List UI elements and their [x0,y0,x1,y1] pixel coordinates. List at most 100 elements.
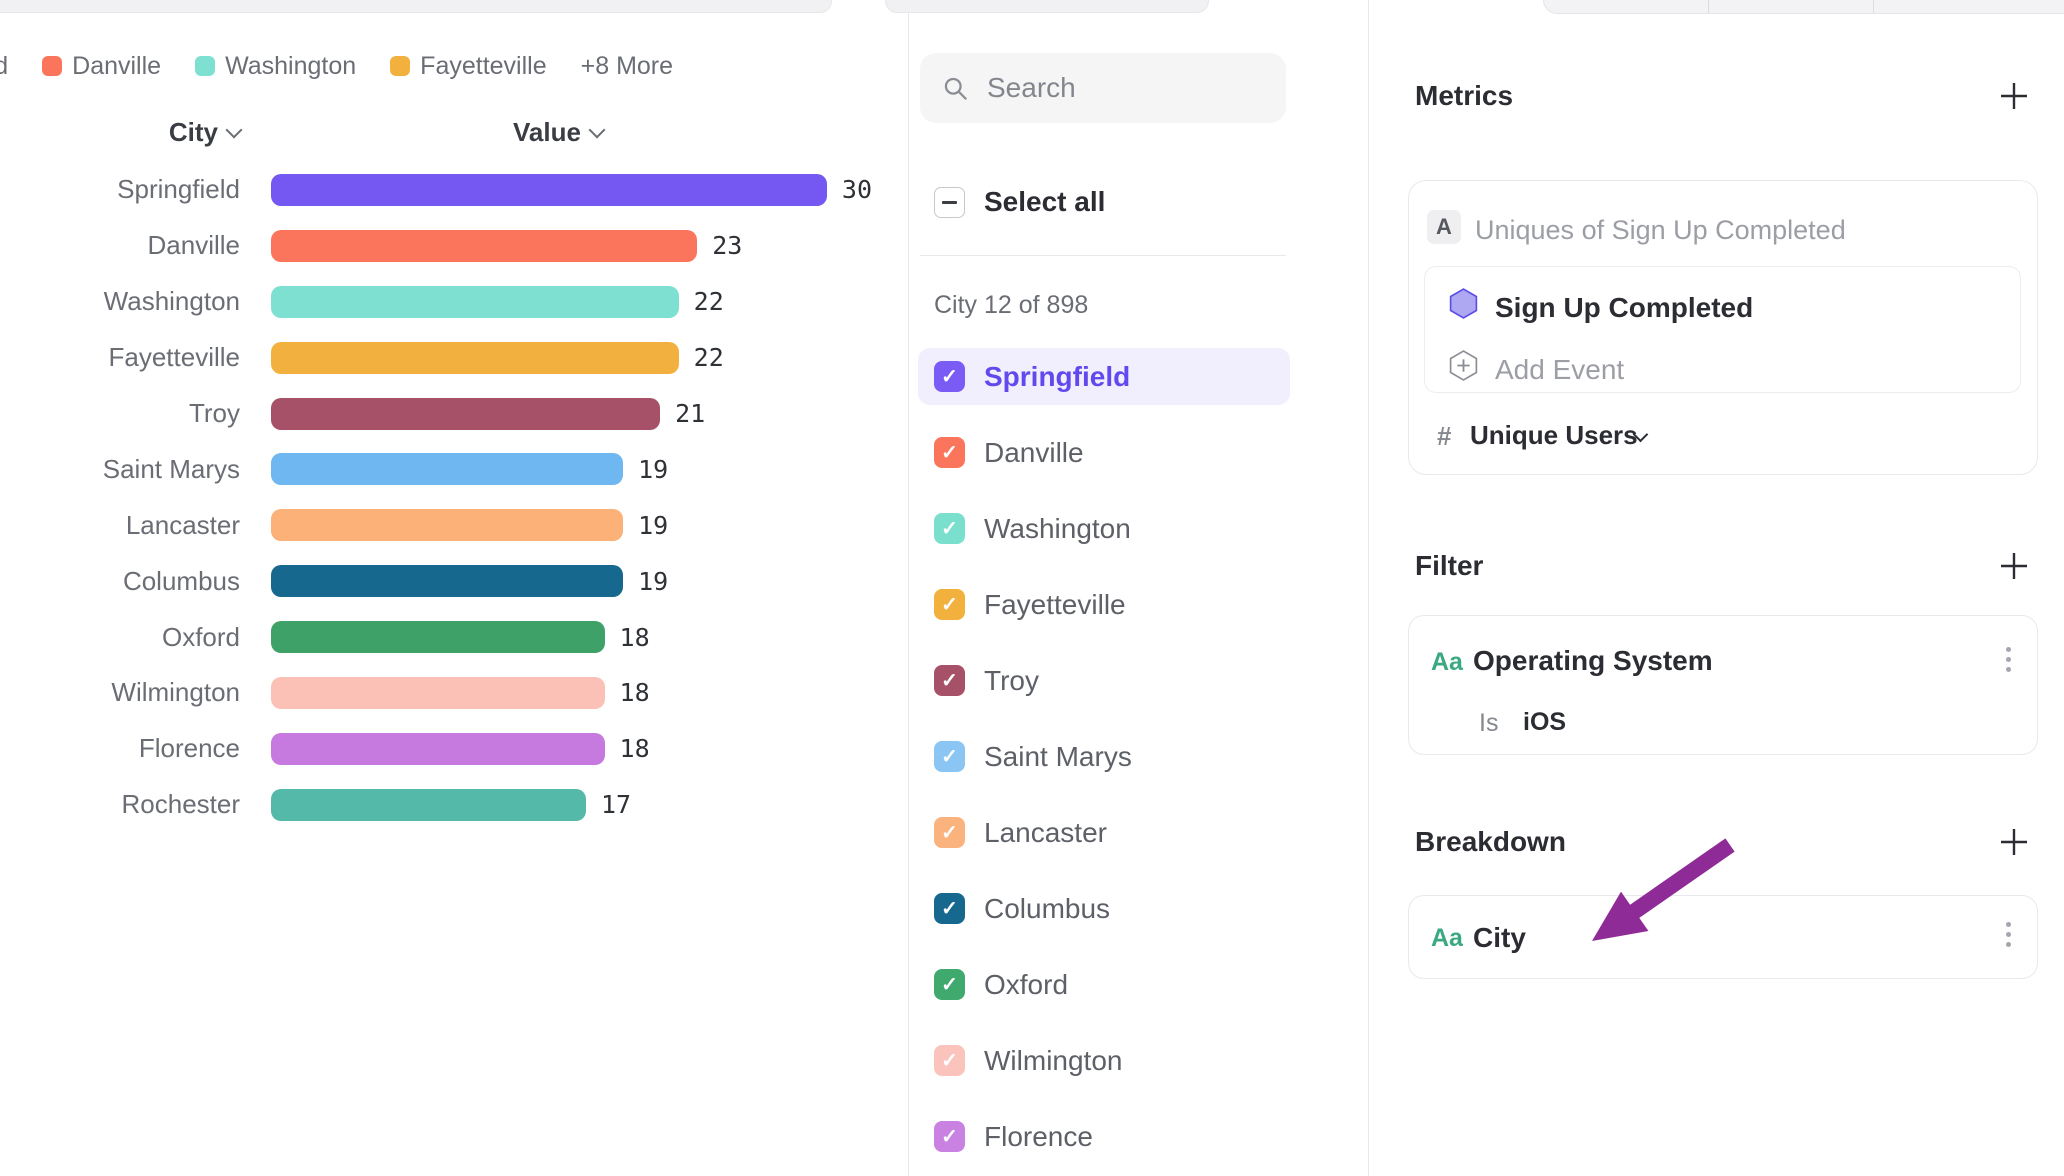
legend-label: Danville [72,52,161,81]
add-filter-button[interactable] [1996,548,2032,584]
bar[interactable] [271,230,697,262]
chart-row: Florence 18 [0,721,908,777]
metric-card[interactable]: A Uniques of Sign Up Completed Sign Up C… [1408,180,2038,475]
legend-label: Springfield [0,52,8,81]
search-icon [942,75,969,102]
breakdown-card[interactable]: Aa City [1408,895,2038,979]
segment-checkbox-checked[interactable]: ✓ [934,1121,965,1152]
bar[interactable] [271,733,605,765]
segment-divider [1873,0,1874,13]
bar[interactable] [271,621,605,653]
segment-list-item[interactable]: ✓ Fayetteville [918,576,1290,633]
segment-checkbox-checked[interactable]: ✓ [934,969,965,1000]
check-icon: ✓ [941,595,958,615]
segment-checkbox-checked[interactable]: ✓ [934,513,965,544]
bar-value-label: 30 [842,175,872,204]
chart-row: Danville 23 [0,218,908,274]
event-box: Sign Up Completed Add Event [1424,266,2021,393]
sort-chevron-down-icon [588,121,605,138]
picker-inspector-divider [1368,0,1369,1176]
check-icon: ✓ [941,975,958,995]
segment-label: Troy [984,665,1039,697]
legend-more-label[interactable]: +8 More [581,52,673,81]
bar[interactable] [271,789,586,821]
segment-checkbox-checked[interactable]: ✓ [934,1045,965,1076]
string-type-icon: Aa [1431,648,1463,677]
segment-label: Danville [984,437,1084,469]
segment-list-item[interactable]: ✓ Troy [918,652,1290,709]
segment-label: Lancaster [984,817,1107,849]
bar-category-label: Fayetteville [0,342,240,373]
search-box[interactable] [920,53,1286,123]
metric-letter-badge: A [1427,210,1461,244]
select-all-label: Select all [984,186,1105,218]
bar[interactable] [271,453,623,485]
bar[interactable] [271,677,605,709]
filter-card[interactable]: Aa Operating System Is iOS [1408,615,2038,755]
bar[interactable] [271,342,679,374]
legend-item[interactable]: Washington [195,52,356,81]
aggregation-selector[interactable]: Unique Users [1470,420,1638,451]
chart-legend: Springfield Danville Washington Fayettev… [0,48,908,84]
legend-item[interactable]: Springfield [0,52,8,81]
chart-row: Oxford 18 [0,609,908,665]
segment-list-item[interactable]: ✓ Florence [918,1108,1290,1165]
filter-value[interactable]: iOS [1523,708,1566,737]
segment-list-item[interactable]: ✓ Danville [918,424,1290,481]
chart-picker-divider [908,0,909,1176]
check-icon: ✓ [941,899,958,919]
segment-list-item[interactable]: ✓ Wilmington [918,1032,1290,1089]
filter-property[interactable]: Operating System [1473,645,1713,677]
segment-checkbox-checked[interactable]: ✓ [934,741,965,772]
add-metric-button[interactable] [1996,78,2032,114]
segment-list-item[interactable]: ✓ Springfield [918,348,1290,405]
segment-checkbox-checked[interactable]: ✓ [934,589,965,620]
bar[interactable] [271,565,623,597]
kebab-menu-icon[interactable] [2002,918,2015,951]
search-input[interactable] [985,71,1269,105]
segment-divider [1708,0,1709,13]
bar[interactable] [271,286,679,318]
add-breakdown-button[interactable] [1996,824,2032,860]
segment-checkbox-checked[interactable]: ✓ [934,361,965,392]
bar-value-label: 18 [620,678,650,707]
breakdown-property[interactable]: City [1473,922,1526,954]
bar[interactable] [271,509,623,541]
bar-category-label: Washington [0,286,240,317]
select-all-row[interactable]: Select all [934,186,1105,218]
chart-row: Washington 22 [0,274,908,330]
chart-type-segmented-control[interactable] [1543,0,2064,14]
segment-list-item[interactable]: ✓ Washington [918,500,1290,557]
segment-list-item[interactable]: ✓ Saint Marys [918,728,1290,785]
kebab-menu-icon[interactable] [2002,643,2015,676]
bar[interactable] [271,398,660,430]
bar[interactable] [271,174,827,206]
event-hexagon-icon [1447,287,1480,320]
metric-label: Uniques of Sign Up Completed [1475,215,1846,246]
add-event-button[interactable]: Add Event [1495,354,1624,386]
segment-checkbox-checked[interactable]: ✓ [934,437,965,468]
segment-label: Oxford [984,969,1068,1001]
select-all-checkbox-indeterminate[interactable] [934,187,965,218]
breakdown-section-title: Breakdown [1415,827,1566,857]
event-name[interactable]: Sign Up Completed [1495,292,1753,324]
legend-item[interactable]: Danville [42,52,161,81]
toolbar-button-partial-left[interactable] [0,0,832,13]
legend-items: Springfield Danville Washington Fayettev… [0,52,547,81]
column-header-value[interactable]: Value [513,113,603,151]
bar-category-label: Danville [0,230,240,261]
segment-checkbox-checked[interactable]: ✓ [934,665,965,696]
legend-item[interactable]: Fayetteville [390,52,546,81]
filter-operator[interactable]: Is [1479,709,1498,738]
check-icon: ✓ [941,367,958,387]
segment-list-item[interactable]: ✓ Lancaster [918,804,1290,861]
segment-list-item[interactable]: ✓ Oxford [918,956,1290,1013]
bar-category-label: Oxford [0,622,240,653]
column-header-city[interactable]: City [0,113,240,151]
segment-list-item[interactable]: ✓ Columbus [918,880,1290,937]
bar-value-label: 21 [675,399,705,428]
chart-row: Saint Marys 19 [0,441,908,497]
segment-checkbox-checked[interactable]: ✓ [934,893,965,924]
segment-checkbox-checked[interactable]: ✓ [934,817,965,848]
toolbar-button-partial-middle[interactable] [885,0,1209,13]
